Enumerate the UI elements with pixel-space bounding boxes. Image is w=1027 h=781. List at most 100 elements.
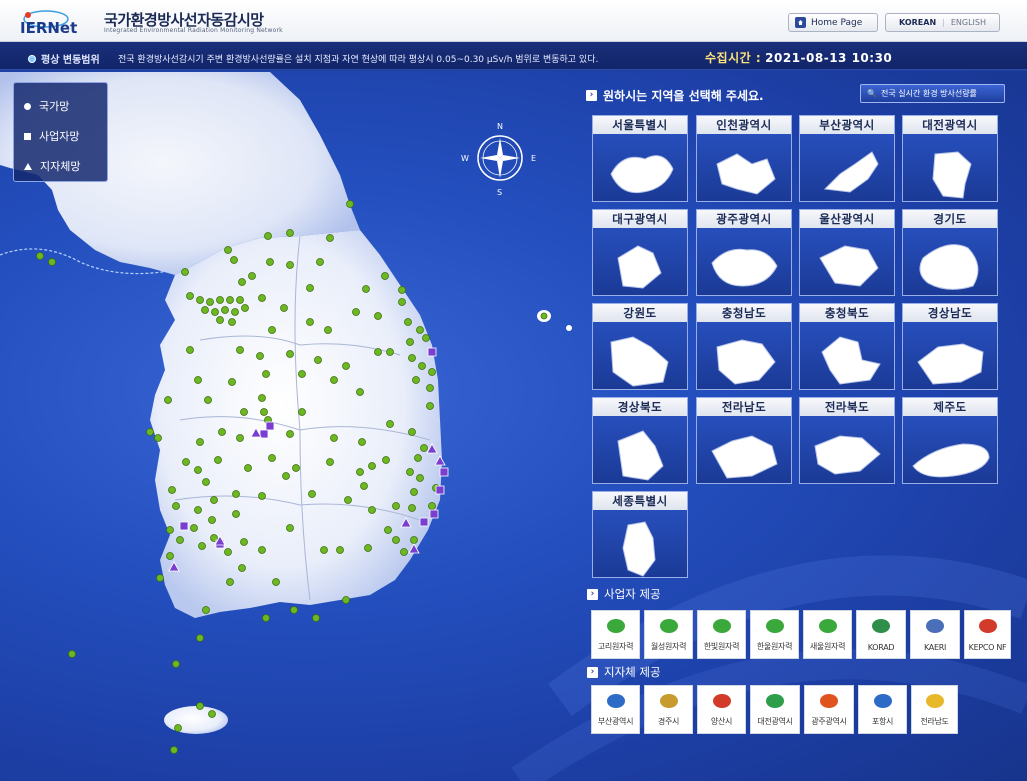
region-tile-gyeongbuk[interactable]: 경상북도: [592, 397, 688, 484]
region-tile-label: 강원도: [593, 304, 687, 322]
jeju-region-map-icon: [912, 443, 990, 478]
operator-logo-0[interactable]: 고리원자력: [591, 610, 640, 659]
home-icon: [795, 17, 806, 28]
operator-logo-label: 한빛원자력: [703, 642, 740, 651]
top-header: IERNet 국가환경방사선자동감시망 Integrated Environme…: [0, 0, 1027, 42]
normal-range-label: 평상 변동범위: [28, 51, 100, 66]
legend-local[interactable]: 지자체망: [24, 151, 97, 181]
operator-logo-4[interactable]: 새울원자력: [803, 610, 852, 659]
svg-text:IERNet: IERNet: [20, 19, 77, 37]
operators-heading-text: 사업자 제공: [604, 587, 661, 601]
operator-logo-label: 한울원자력: [756, 642, 793, 651]
locals-heading-text: 지자체 제공: [604, 665, 661, 679]
seoul-region-map-icon: [610, 155, 674, 194]
operator-emblem-icon: [606, 619, 625, 633]
local-emblem-icon: [659, 694, 678, 708]
region-tile-label: 전라남도: [697, 398, 791, 416]
local-logo-2[interactable]: 양산시: [697, 685, 746, 734]
region-tile-label: 경기도: [903, 210, 997, 228]
nationwide-realtime-button[interactable]: 🔍 전국 실시간 환경 방사선량률: [860, 84, 1005, 103]
region-tile-chungnam[interactable]: 충청남도: [696, 303, 792, 390]
local-logo-1[interactable]: 경주시: [644, 685, 693, 734]
svg-text:S: S: [497, 188, 502, 197]
collection-time-label: 수집시간 :: [705, 51, 762, 65]
chungnam-region-map-icon: [716, 339, 776, 385]
region-tile-label: 울산광역시: [800, 210, 894, 228]
region-tile-gangwon[interactable]: 강원도: [592, 303, 688, 390]
home-page-button[interactable]: Home Page: [788, 13, 878, 32]
local-logo-6[interactable]: 전라남도: [911, 685, 958, 734]
local-emblem-icon: [873, 694, 892, 708]
region-tile-gyeongnam[interactable]: 경상남도: [902, 303, 998, 390]
region-tile-seoul[interactable]: 서울특별시: [592, 115, 688, 202]
daejeon-region-map-icon: [932, 151, 972, 199]
operator-logo-2[interactable]: 한빛원자력: [697, 610, 746, 659]
region-tile-jeju[interactable]: 제주도: [902, 397, 998, 484]
operator-logo-label: KAERI: [923, 643, 947, 652]
region-tile-jeonbuk[interactable]: 전라북도: [799, 397, 895, 484]
region-tile-gwangju[interactable]: 광주광역시: [696, 209, 792, 296]
operator-emblem-icon: [926, 619, 944, 633]
arrow-right-icon: ›: [586, 90, 597, 101]
gyeonggi-region-map-icon: [919, 244, 979, 290]
region-tile-chungbuk[interactable]: 충청북도: [799, 303, 895, 390]
arrow-right-icon: ›: [587, 666, 598, 678]
search-icon: 🔍: [867, 89, 877, 98]
ulsan-region-map-icon: [819, 245, 879, 287]
local-logo-label: 대전광역시: [757, 717, 793, 726]
normal-range-description: 전국 환경방사선감시기 주변 환경방사선량률은 설치 지점과 자연 현상에 따라…: [118, 55, 599, 65]
info-bar: 평상 변동범위 전국 환경방사선감시기 주변 환경방사선량률은 설치 지점과 자…: [0, 42, 1027, 70]
region-tile-jeonnam[interactable]: 전라남도: [696, 397, 792, 484]
operator-logo-7[interactable]: KEPCO NF: [964, 610, 1011, 659]
region-tile-busan[interactable]: 부산광역시: [799, 115, 895, 202]
local-logo-label: 광주광역시: [811, 717, 847, 726]
lang-korean-link[interactable]: KOREAN: [899, 18, 936, 27]
local-logo-4[interactable]: 광주광역시: [804, 685, 854, 734]
local-logo-3[interactable]: 대전광역시: [750, 685, 800, 734]
daegu-region-map-icon: [617, 245, 662, 289]
local-emblem-icon: [712, 694, 731, 708]
operator-logo-6[interactable]: KAERI: [910, 610, 960, 659]
operator-logo-3[interactable]: 한울원자력: [750, 610, 799, 659]
legend-operator-label: 사업자망: [39, 130, 80, 143]
jeonnam-region-map-icon: [711, 435, 778, 479]
region-tile-label: 대구광역시: [593, 210, 687, 228]
legend-national[interactable]: 국가망: [24, 91, 97, 121]
region-tile-gyeonggi[interactable]: 경기도: [902, 209, 998, 296]
square-icon: [24, 132, 31, 140]
region-tile-sejong[interactable]: 세종특별시: [592, 491, 688, 578]
operator-logo-label: 고리원자력: [597, 642, 634, 651]
operator-emblem-icon: [872, 619, 890, 633]
local-logo-label: 경주시: [657, 717, 680, 726]
main-area: 국가망 사업자망 지자체망 N S W E › 원하시는 지역을 선택해 주세요…: [0, 71, 1027, 781]
normal-range-text: 평상 변동범위: [41, 55, 100, 66]
iernet-logo[interactable]: IERNet: [18, 6, 100, 38]
triangle-icon: [24, 162, 32, 170]
operator-logo-5[interactable]: KORAD: [856, 610, 906, 659]
region-tile-incheon[interactable]: 인천광역시: [696, 115, 792, 202]
local-emblem-icon: [820, 694, 838, 708]
region-tile-label: 충청북도: [800, 304, 894, 322]
lang-english-link[interactable]: ENGLISH: [951, 18, 986, 27]
incheon-region-map-icon: [716, 153, 776, 195]
operator-emblem-icon: [978, 619, 997, 633]
local-logo-label: 부산광역시: [597, 717, 634, 726]
region-tile-label: 서울특별시: [593, 116, 687, 134]
legend-operator[interactable]: 사업자망: [24, 121, 97, 151]
home-page-label: Home Page: [811, 17, 863, 28]
region-tile-ulsan[interactable]: 울산광역시: [799, 209, 895, 296]
svg-text:N: N: [497, 122, 503, 131]
nationwide-realtime-label: 전국 실시간 환경 방사선량률: [880, 89, 977, 98]
local-logo-label: 양산시: [710, 717, 733, 726]
operator-logo-1[interactable]: 월성원자력: [644, 610, 693, 659]
region-tile-daegu[interactable]: 대구광역시: [592, 209, 688, 296]
local-logo-0[interactable]: 부산광역시: [591, 685, 640, 734]
region-tile-daejeon[interactable]: 대전광역시: [902, 115, 998, 202]
region-tile-label: 세종특별시: [593, 492, 687, 510]
local-emblem-icon: [766, 694, 784, 708]
chungbuk-region-map-icon: [821, 336, 881, 385]
local-logo-5[interactable]: 포항시: [858, 685, 907, 734]
region-tile-label: 제주도: [903, 398, 997, 416]
language-switch: KOREAN | ENGLISH: [885, 13, 1000, 32]
legend-national-label: 국가망: [39, 100, 70, 113]
